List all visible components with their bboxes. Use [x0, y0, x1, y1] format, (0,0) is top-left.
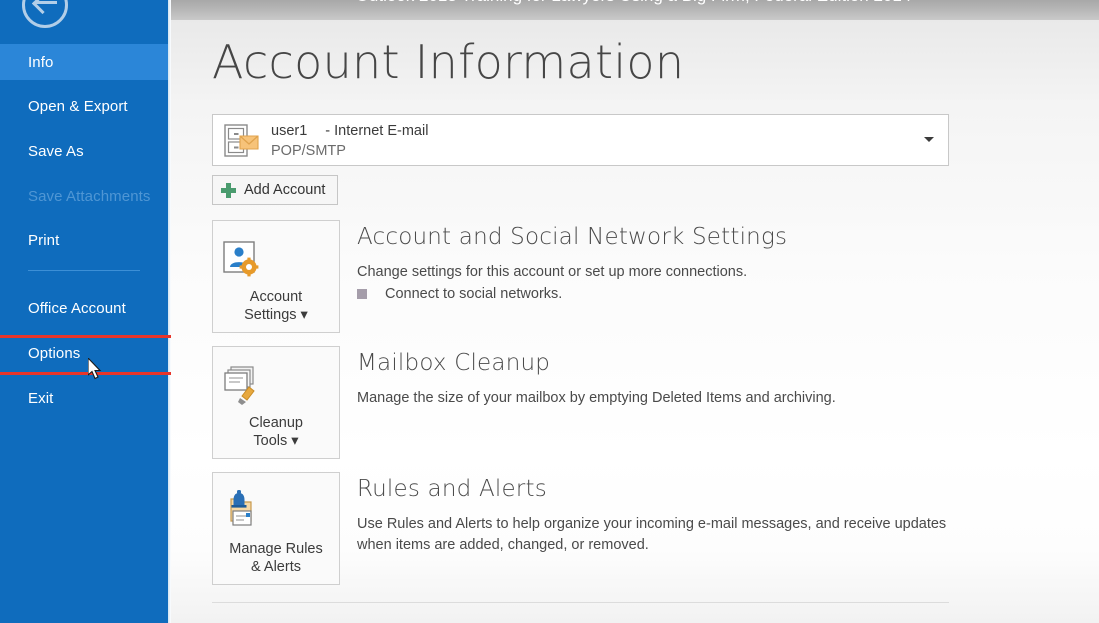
sidebar-item-label: Save Attachments	[28, 187, 151, 205]
backstage-sidebar: Info Open & Export Save As Save Attachme…	[0, 0, 168, 623]
sidebar-item-open-export[interactable]: Open & Export	[0, 88, 168, 124]
sidebar-item-label: Save As	[28, 142, 84, 160]
account-name: user1	[271, 123, 308, 139]
section-heading: Account and Social Network Settings	[357, 224, 788, 250]
account-selector[interactable]: user1 - Internet E-mail POP/SMTP	[212, 114, 949, 166]
backstage-content: Account Information user1 - Internet E-ma…	[171, 20, 1099, 623]
cleanup-tools-button[interactable]: Cleanup Tools ▾	[212, 346, 340, 459]
sidebar-item-label: Office Account	[28, 299, 126, 317]
connect-social-networks-item[interactable]: Connect to social networks.	[357, 286, 562, 302]
section-heading: Mailbox Cleanup	[357, 350, 551, 376]
plus-icon	[221, 182, 236, 198]
sidebar-item-save-attachments: Save Attachments	[0, 178, 168, 214]
window-title: Outlook 2013 Training for Lawyers Using …	[168, 0, 1099, 6]
account-settings-button[interactable]: Account Settings ▾	[212, 220, 340, 333]
mail-account-icon	[224, 124, 259, 157]
sidebar-divider	[28, 270, 140, 271]
connect-social-networks-label: Connect to social networks.	[385, 286, 563, 302]
window-title-bar: Outlook 2013 Training for Lawyers Using …	[168, 0, 1099, 20]
account-settings-icon	[223, 241, 259, 277]
page-title: Account Information	[212, 35, 685, 89]
section-description: Change settings for this account or set …	[357, 264, 748, 280]
sidebar-item-office-account[interactable]: Office Account	[0, 290, 168, 326]
manage-rules-button[interactable]: Manage Rules & Alerts	[212, 472, 340, 585]
mouse-cursor	[88, 358, 102, 380]
sidebar-item-exit[interactable]: Exit	[0, 380, 168, 416]
sidebar-item-print[interactable]: Print	[0, 222, 168, 258]
manage-rules-label: Manage Rules & Alerts	[229, 541, 323, 575]
chevron-down-icon[interactable]	[924, 137, 934, 142]
sidebar-item-save-as[interactable]: Save As	[0, 133, 168, 169]
sidebar-item-label: Info	[28, 53, 54, 71]
back-arrow-icon[interactable]	[22, 0, 68, 28]
cleanup-tools-icon	[224, 366, 255, 405]
square-bullet-icon	[357, 289, 367, 299]
account-protocol: POP/SMTP	[271, 143, 346, 159]
manage-rules-icon	[230, 490, 252, 526]
section-description: Manage the size of your mailbox by empty…	[357, 390, 836, 406]
add-account-button[interactable]: Add Account	[212, 175, 339, 205]
account-name-row: user1 - Internet E-mail	[271, 123, 428, 139]
add-account-label: Add Account	[244, 182, 326, 198]
account-settings-label: Account Settings ▾	[244, 289, 308, 323]
section-description: Use Rules and Alerts to help organize yo…	[357, 516, 947, 553]
account-type: - Internet E-mail	[325, 123, 429, 139]
sidebar-item-label: Exit	[28, 389, 54, 407]
cleanup-tools-label: Cleanup Tools ▾	[248, 415, 303, 449]
sidebar-item-label: Open & Export	[28, 97, 128, 115]
sidebar-item-label: Print	[28, 231, 60, 249]
section-heading: Rules and Alerts	[357, 476, 547, 502]
sidebar-item-info[interactable]: Info	[0, 44, 168, 80]
content-bottom-divider	[212, 602, 949, 603]
